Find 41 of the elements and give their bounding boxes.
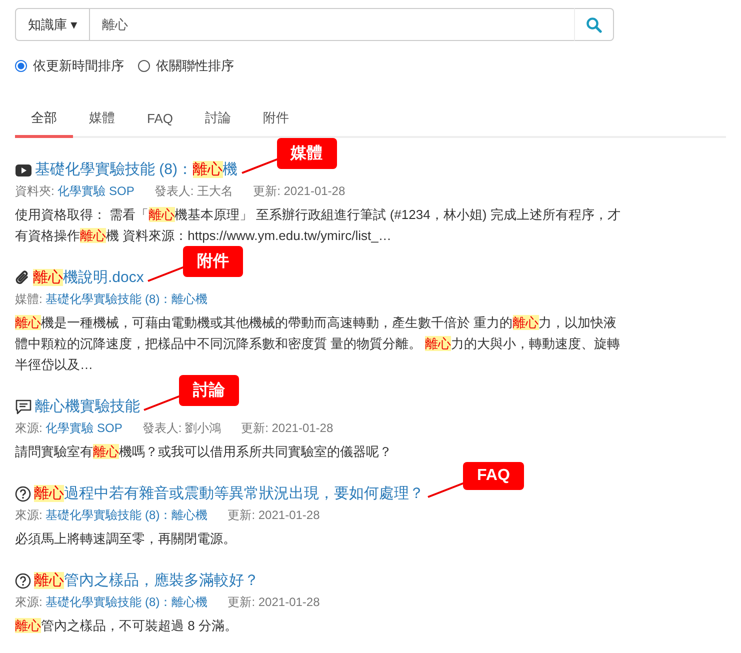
tab[interactable]: 附件 xyxy=(247,103,306,138)
callout-label: 討論 xyxy=(179,375,239,406)
question-circle-icon xyxy=(15,573,31,589)
question-circle-icon xyxy=(15,486,31,502)
meta-text: 來源: 化學實驗 SOP xyxy=(15,420,122,437)
result-title-link[interactable]: 基礎化學實驗技能 (8)：離心機 xyxy=(35,160,238,180)
result-snippet: 離心機是一種機械，可藉由電動機或其他機械的帶動而高速轉動，產生數千倍於 重力的離心力，以加快液體中顆粒的沉降速度，把樣品中不同沉降系數和密度質 量的物質分離。 離心力的大與小，轉動速度、旋轉半徑岱以及… xyxy=(15,314,622,374)
paperclip-icon xyxy=(15,270,30,286)
tab[interactable]: 全部 xyxy=(15,103,73,138)
result-snippet: 離心管內之樣品，不可裝超過 8 分滿。 xyxy=(15,617,238,635)
result-title-link[interactable]: 離心過程中若有雜音或震動等異常狀況出現，要如何處理？ xyxy=(34,484,424,504)
sort-radio[interactable]: 依關聯性排序 xyxy=(138,57,234,75)
tab[interactable]: 討論 xyxy=(189,103,248,138)
chat-bubble-icon xyxy=(15,399,32,415)
meta-text: 媒體: 基礎化學實驗技能 (8)：離心機 xyxy=(15,291,208,308)
result-title-link[interactable]: 離心管內之樣品，應裝多滿較好？ xyxy=(34,571,259,591)
tab[interactable]: 媒體 xyxy=(73,103,131,138)
meta-text: 發表人: 王大名 xyxy=(154,183,234,200)
result-title-link[interactable]: 離心機說明.docx xyxy=(33,268,144,288)
search-field[interactable]: 離心 xyxy=(90,8,574,41)
result-snippet: 請問實驗室有離心機嗎？或我可以借用系所共同實驗室的儀器呢？ xyxy=(15,443,393,461)
search-icon xyxy=(586,16,602,32)
meta-text: 更新: 2021-01-28 xyxy=(241,420,334,437)
result-snippet: 必須馬上將轉速調至零，再關閉電源。 xyxy=(15,530,237,548)
result-snippet: 使用資格取得： 需看「離心機基本原理」 至系辦行政組進行筆試 (#1234，林小姐) 完成上述所有程序，才有資格操作離心機 資料來源：https://www.ym.edu.tw/ymirc/list_… xyxy=(15,206,622,245)
meta-text: 來源: 基礎化學實驗技能 (8)：離心機 xyxy=(15,594,208,611)
play-icon xyxy=(15,164,32,176)
meta-text: 更新: 2021-01-28 xyxy=(253,183,346,200)
sort-radio[interactable]: 依更新時間排序 xyxy=(15,57,124,75)
meta-text: 發表人: 劉小鴻 xyxy=(142,420,222,437)
meta-text: 更新: 2021-01-28 xyxy=(228,594,320,611)
callout-label: FAQ xyxy=(463,462,524,490)
result-title-link[interactable]: 離心機實驗技能 xyxy=(35,397,140,417)
meta-text: 來源: 基礎化學實驗技能 (8)：離心機 xyxy=(15,507,208,524)
tab[interactable]: FAQ xyxy=(131,103,190,138)
meta-text: 更新: 2021-01-28 xyxy=(228,507,320,524)
search-button[interactable] xyxy=(574,8,614,41)
callout-label: 附件 xyxy=(182,246,243,277)
meta-text: 資料夾: 化學實驗 SOP xyxy=(15,183,134,200)
callout-label: 媒體 xyxy=(276,138,336,169)
scope-dropdown[interactable]: 知識庫 ▾ xyxy=(15,8,90,41)
